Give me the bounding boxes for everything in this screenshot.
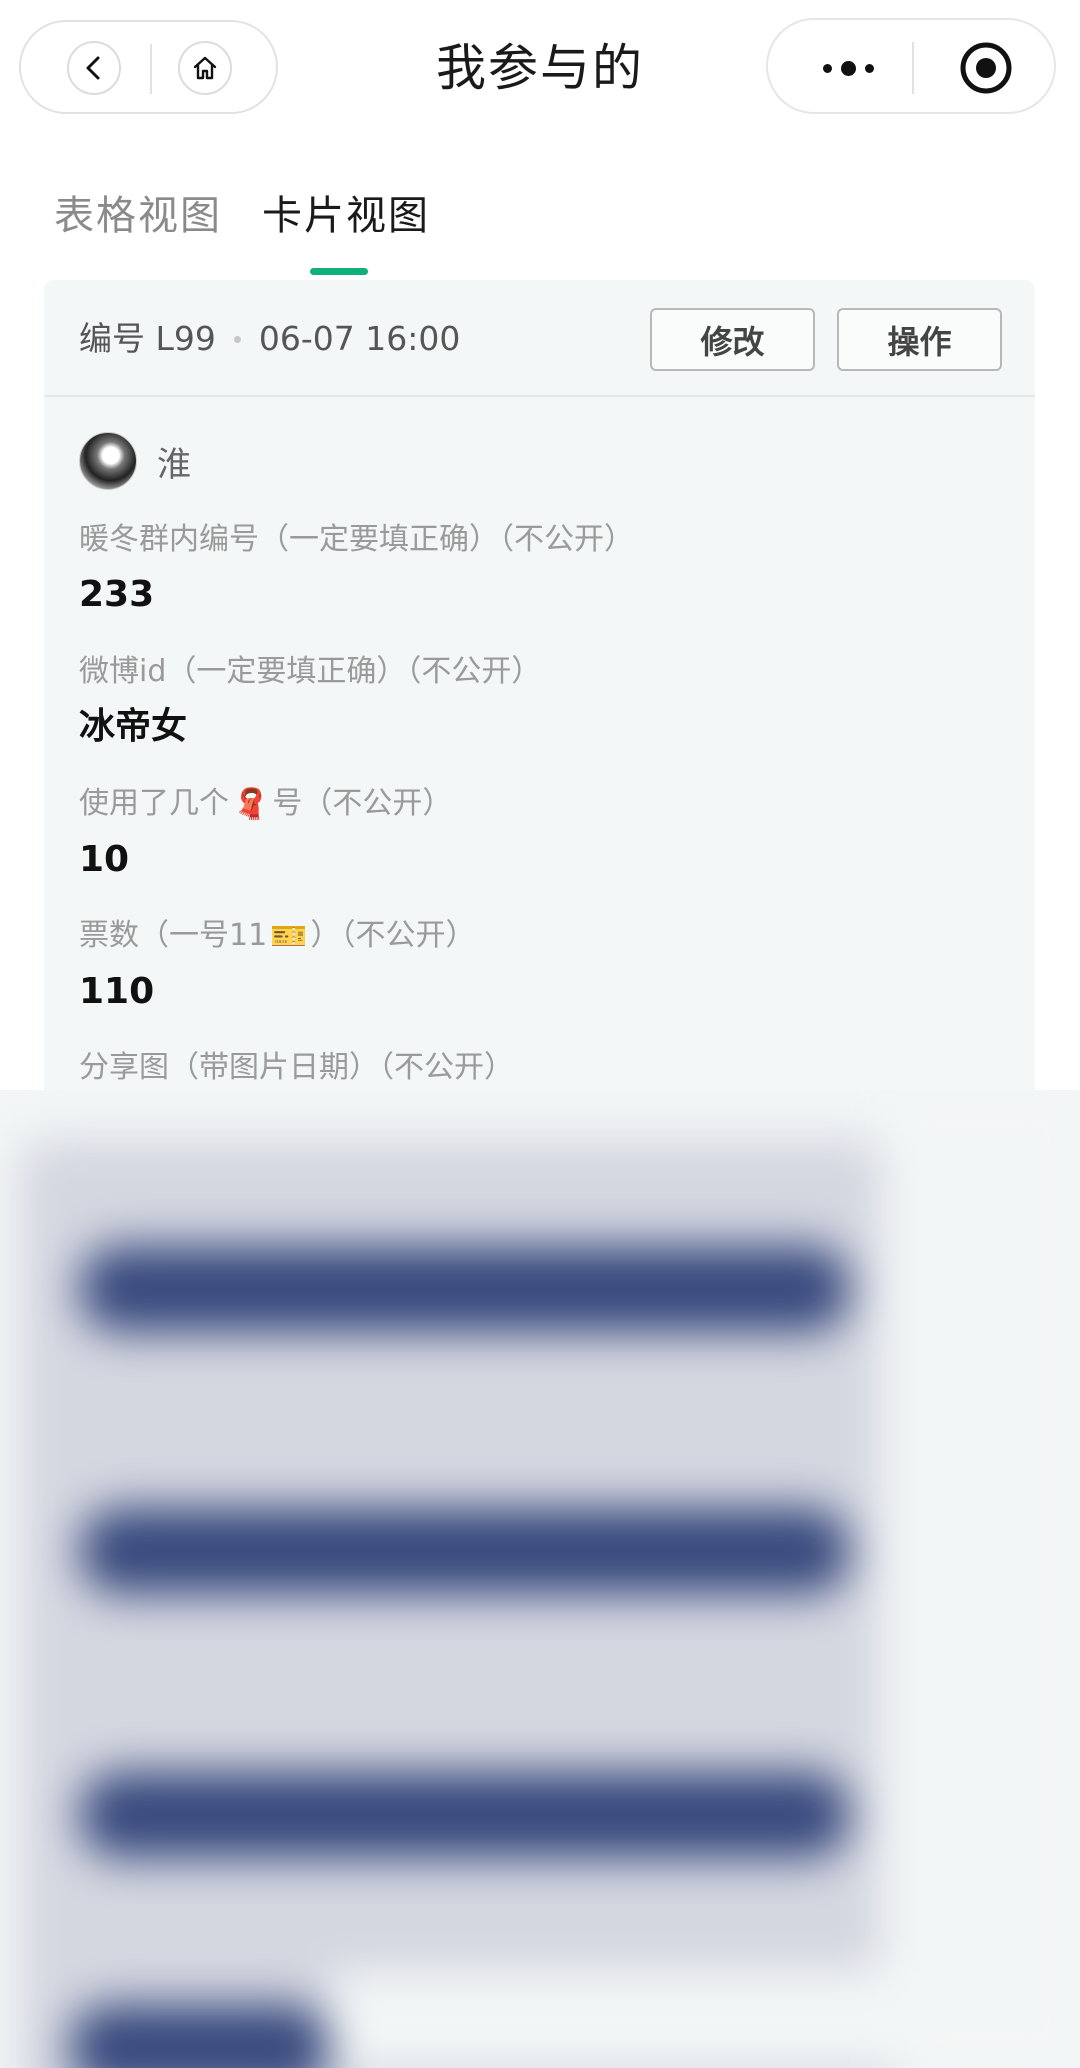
- separator-dot: [233, 335, 241, 343]
- field-label: 暖冬群内编号（一定要填正确）（不公开）: [79, 522, 634, 557]
- field-label-text: 票数（一号11: [79, 918, 268, 953]
- close-miniprogram-button[interactable]: [958, 40, 1014, 96]
- field-scarf-count: 使用了几个 🧣 号（不公开） 10: [79, 782, 999, 885]
- field-label-text: ）（不公开）: [310, 918, 476, 953]
- field-ticket-count: 票数（一号11 🎫 ）（不公开） 110: [79, 914, 999, 1017]
- submitter-name: 淮: [157, 444, 191, 485]
- back-button[interactable]: [67, 41, 121, 95]
- share-image-blurred[interactable]: [0, 1090, 1080, 2068]
- capsule-divider: [912, 42, 914, 94]
- blurred-image-bar: [70, 2005, 330, 2068]
- field-value: 233: [79, 574, 155, 615]
- avatar: [79, 432, 137, 490]
- target-icon: [960, 42, 1012, 94]
- field-label: 分享图（带图片日期）（不公开）: [79, 1050, 514, 1085]
- chevron-left-icon: [86, 56, 100, 80]
- record-meta: 编号 L99 06-07 16:00: [79, 314, 460, 364]
- ticket-emoji-icon: 🎫: [270, 918, 308, 954]
- page-title: 我参与的: [436, 39, 644, 97]
- blurred-image-bar: [80, 1246, 850, 1332]
- edit-button[interactable]: 修改: [650, 308, 815, 371]
- record-number: 编号 L99: [79, 319, 216, 358]
- field-label-text: 使用了几个: [79, 786, 229, 821]
- tab-table-view[interactable]: 表格视图: [54, 188, 222, 244]
- field-label-text: 号（不公开）: [272, 786, 453, 821]
- active-tab-indicator: [310, 268, 368, 275]
- capsule-divider: [150, 44, 152, 94]
- blurred-image-margin: [880, 1090, 1080, 2068]
- field-label: 微博id（一定要填正确）（不公开）: [79, 654, 542, 689]
- card-header: 编号 L99 06-07 16:00 修改 操作: [44, 280, 1035, 397]
- blurred-image-bar: [80, 1508, 850, 1594]
- operations-button[interactable]: 操作: [837, 308, 1002, 371]
- blurred-image-margin: [330, 1970, 1080, 2068]
- submitter: 淮: [79, 432, 191, 490]
- field-value: 110: [79, 970, 155, 1012]
- more-dots-icon: [822, 63, 832, 73]
- field-label: 票数（一号11 🎫 ）（不公开）: [79, 914, 999, 959]
- blurred-image-bar: [80, 1772, 850, 1858]
- field-share-image: 分享图（带图片日期）（不公开）: [79, 1046, 999, 1090]
- field-value: 冰帝女: [79, 706, 188, 747]
- more-button[interactable]: [798, 42, 898, 94]
- top-bar: 我参与的: [0, 0, 1080, 136]
- home-icon: [193, 56, 217, 80]
- more-dots-icon: [840, 60, 856, 76]
- field-weibo-id: 微博id（一定要填正确）（不公开） 冰帝女: [79, 650, 999, 752]
- record-datetime: 06-07 16:00: [258, 319, 461, 358]
- view-tabs: 表格视图 卡片视图: [0, 170, 1080, 280]
- blurred-image-content: [0, 1090, 1080, 2068]
- menu-capsule: [766, 18, 1056, 114]
- scarf-emoji-icon: 🧣: [232, 786, 270, 822]
- field-label: 使用了几个 🧣 号（不公开）: [79, 782, 999, 827]
- nav-capsule: [19, 20, 278, 114]
- field-value: 10: [79, 838, 130, 880]
- home-button[interactable]: [178, 41, 232, 95]
- field-group-number: 暖冬群内编号（一定要填正确）（不公开） 233: [79, 518, 999, 620]
- tab-card-view[interactable]: 卡片视图: [262, 188, 430, 244]
- more-dots-icon: [864, 63, 874, 73]
